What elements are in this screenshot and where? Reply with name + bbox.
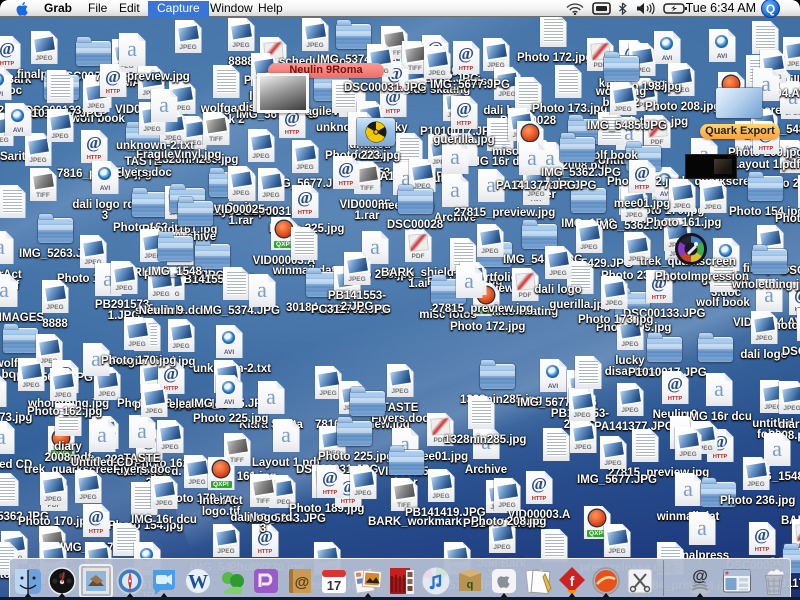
svg-text:q: q [467, 579, 474, 591]
svg-text:@: @ [295, 574, 310, 591]
svg-text:f: f [570, 573, 575, 589]
svg-text:17: 17 [327, 578, 341, 593]
svg-text:@: @ [692, 568, 708, 585]
svg-text:W: W [188, 571, 208, 593]
